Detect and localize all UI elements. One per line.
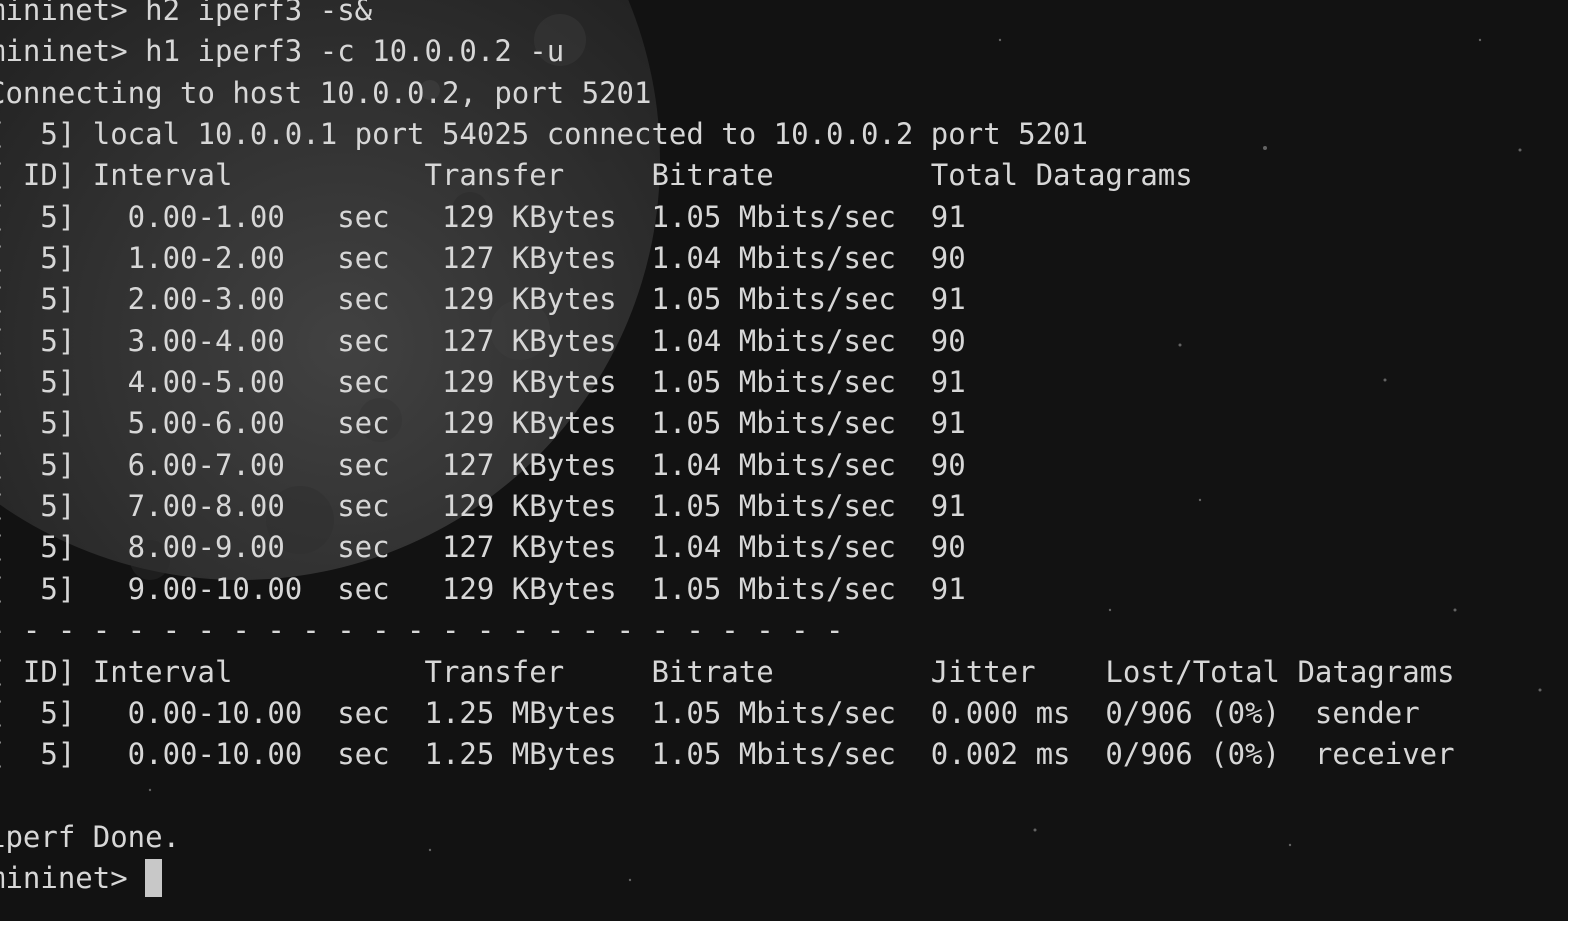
terminal-window[interactable]: mininet> h2 iperf3 -s& mininet> h1 iperf3… [0, 0, 1568, 921]
terminal-line: [ 5] 5.00-6.00 sec 129 KBytes 1.05 Mbits… [0, 406, 966, 441]
terminal-line: [ 5] 0.00-10.00 sec 1.25 MBytes 1.05 Mbi… [0, 737, 1455, 772]
terminal-line: [ 5] 0.00-1.00 sec 129 KBytes 1.05 Mbits… [0, 199, 966, 234]
terminal-line: [ 5] 4.00-5.00 sec 129 KBytes 1.05 Mbits… [0, 365, 966, 400]
terminal-line: mininet> h2 iperf3 -s& [0, 0, 373, 27]
terminal-line: [ 5] 2.00-3.00 sec 129 KBytes 1.05 Mbits… [0, 282, 966, 317]
terminal-line: [ ID] Interval Transfer Bitrate Jitter L… [0, 654, 1455, 689]
terminal-line: iperf Done. [0, 819, 181, 854]
terminal-line: [ 5] 3.00-4.00 sec 127 KBytes 1.04 Mbits… [0, 323, 966, 358]
terminal-line: [ 5] 0.00-10.00 sec 1.25 MBytes 1.05 Mbi… [0, 695, 1420, 730]
terminal-line: [ 5] 7.00-8.00 sec 129 KBytes 1.05 Mbits… [0, 489, 966, 524]
separator-line: - - - - - - - - - - - - - - - - - - - - … [0, 613, 844, 648]
block-cursor-icon [145, 859, 163, 898]
terminal-line: [ 5] 1.00-2.00 sec 127 KBytes 1.04 Mbits… [0, 241, 966, 276]
terminal-line: [ ID] Interval Transfer Bitrate Total Da… [0, 158, 1193, 193]
terminal-line: mininet> h1 iperf3 -c 10.0.0.2 -u [0, 34, 565, 69]
terminal-line: Connecting to host 10.0.0.2, port 5201 [0, 75, 652, 110]
terminal-line: [ 5] local 10.0.0.1 port 54025 connected… [0, 117, 1088, 152]
prompt-text: mininet> [0, 861, 146, 896]
terminal-line: [ 5] 6.00-7.00 sec 127 KBytes 1.04 Mbits… [0, 447, 966, 482]
terminal-line: [ 5] 9.00-10.00 sec 129 KBytes 1.05 Mbit… [0, 571, 966, 606]
prompt-line[interactable]: mininet> [0, 858, 1455, 899]
terminal-line: [ 5] 8.00-9.00 sec 127 KBytes 1.04 Mbits… [0, 530, 966, 565]
terminal-output: mininet> h2 iperf3 -s& mininet> h1 iperf3… [0, 0, 1455, 900]
